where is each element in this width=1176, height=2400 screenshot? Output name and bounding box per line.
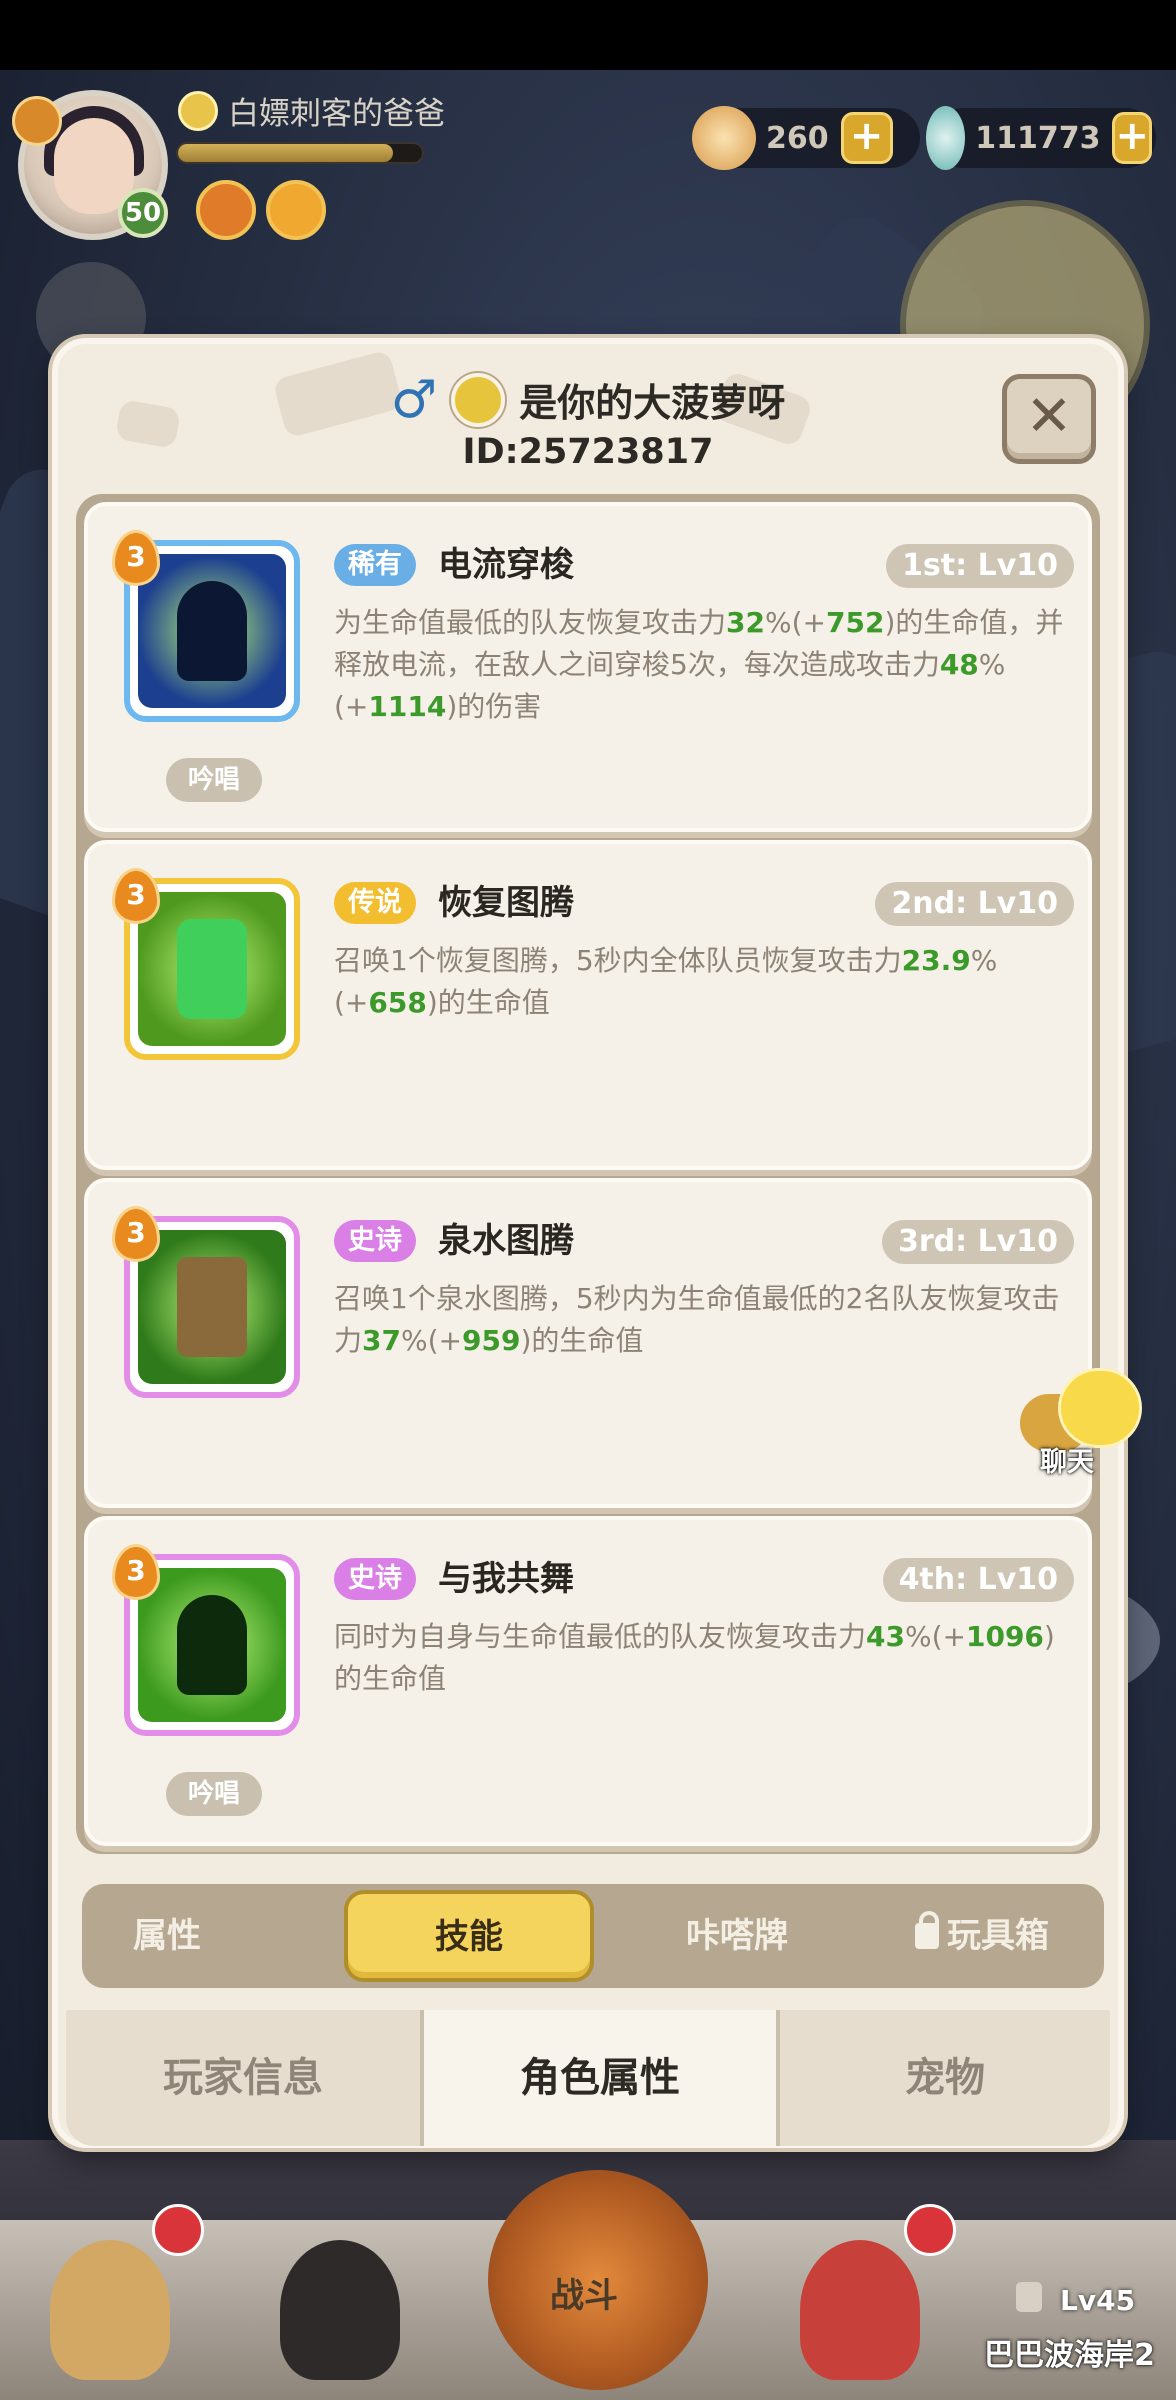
skill-description: 召唤1个泉水图腾，5秒内为生命值最低的2名队友恢复攻击力37%(+959)的生命… (334, 1282, 1060, 1357)
rank-icon (178, 90, 218, 131)
skill-card-1[interactable]: 3 吟唱 稀有 电流穿梭 1st: Lv10 为生命值最低的队友恢复攻击力32%… (84, 502, 1092, 832)
chant-tag: 吟唱 (166, 758, 262, 802)
sub-tab-bar: 属性 技能 咔嗒牌 玩具箱 (82, 1884, 1104, 1988)
paw-icon[interactable] (266, 180, 326, 240)
shell-star-icon (692, 106, 756, 170)
skill-description: 同时为自身与生命值最低的队友恢复攻击力43%(+1096)的生命值 (334, 1620, 1055, 1695)
rank-icon (451, 372, 506, 427)
player-profile-modal: ♂ 是你的大菠萝呀 ID:25723817 ✕ 3 吟唱 稀有 电流穿梭 1st… (52, 338, 1124, 2148)
modal-header: ♂ 是你的大菠萝呀 ID:25723817 ✕ (58, 344, 1118, 494)
pearl-icon (926, 106, 966, 170)
rarity-badge: 史诗 (334, 1558, 416, 1600)
skill-name: 与我共舞 (438, 1559, 574, 1599)
medal-icon[interactable] (196, 180, 256, 240)
close-button[interactable]: ✕ (1002, 374, 1096, 464)
player-title-line: ♂ 是你的大菠萝呀 (58, 372, 1118, 427)
skill-level-badge: 3 (112, 1206, 160, 1262)
tab-toybox[interactable]: 玩具箱 (862, 1884, 1102, 1988)
chant-tag: 吟唱 (166, 1772, 262, 1816)
battle-label: 战斗 (550, 2276, 618, 2316)
currency-pearl: 111773 + (926, 106, 1156, 170)
add-shell-button[interactable]: + (840, 112, 893, 164)
xp-bar (176, 142, 424, 164)
skill-description: 召唤1个恢复图腾，5秒内全体队员恢复攻击力23.9%(+658)的生命值 (334, 944, 998, 1019)
location-name[interactable]: 巴巴波海岸2 (984, 2330, 1155, 2374)
rarity-badge: 传说 (334, 882, 416, 924)
skill-card-2[interactable]: 3 传说 恢复图腾 2nd: Lv10 召唤1个恢复图腾，5秒内全体队员恢复攻击… (84, 840, 1092, 1170)
shell-count: 260 (766, 120, 829, 156)
lock-icon (1016, 2282, 1042, 2312)
player-id: ID:25723817 (462, 432, 714, 472)
player-name-row: 白嫖刺客的爸爸 (178, 88, 445, 133)
tab-cards[interactable]: 咔嗒牌 (612, 1884, 862, 1988)
location-level: Lv45 (1060, 2284, 1136, 2317)
player-level-badge: 50 (118, 188, 168, 238)
skill-card-3[interactable]: 3 史诗 泉水图腾 3rd: Lv10 召唤1个泉水图腾，5秒内为生命值最低的2… (84, 1178, 1092, 1508)
chat-button[interactable]: 聊天 (1020, 1368, 1150, 1478)
tab-skills[interactable]: 技能 (344, 1890, 594, 1982)
rarity-badge: 史诗 (334, 1220, 416, 1262)
skill-name: 恢复图腾 (438, 883, 574, 923)
skill-list: 3 吟唱 稀有 电流穿梭 1st: Lv10 为生命值最低的队友恢复攻击力32%… (76, 494, 1100, 1854)
skill-name: 电流穿梭 (438, 545, 574, 585)
tab-attributes[interactable]: 属性 (82, 1884, 252, 1988)
skill-slot-level: 3rd: Lv10 (881, 1220, 1074, 1264)
notification-bell-icon (904, 2204, 956, 2256)
status-bar (0, 0, 1176, 70)
skill-slot-level: 1st: Lv10 (886, 544, 1074, 588)
currency-shell: 260 + (692, 106, 920, 170)
smiley-icon (1058, 1368, 1142, 1448)
male-icon: ♂ (390, 369, 438, 430)
chat-label: 聊天 (1040, 1447, 1094, 1478)
tab-pets[interactable]: 宠物 (780, 2010, 1110, 2146)
skill-description: 为生命值最低的队友恢复攻击力32%(+752)的生命值，并释放电流，在敌人之间穿… (334, 606, 1064, 723)
xp-bar-fill (178, 144, 393, 162)
main-tab-bar: 玩家信息 角色属性 宠物 (66, 2010, 1110, 2146)
flag-icon[interactable] (12, 96, 62, 146)
skill-level-badge: 3 (112, 868, 160, 924)
skill-level-badge: 3 (112, 530, 160, 586)
add-pearl-button[interactable]: + (1112, 112, 1152, 164)
skill-slot-level: 4th: Lv10 (882, 1558, 1074, 1602)
player-name: 是你的大菠萝呀 (519, 381, 786, 425)
rarity-badge: 稀有 (334, 544, 416, 586)
lock-icon (915, 1911, 939, 1949)
hud-player-name: 白嫖刺客的爸爸 (228, 96, 445, 132)
skill-level-badge: 3 (112, 1544, 160, 1600)
tab-player-info[interactable]: 玩家信息 (66, 2010, 420, 2146)
skill-slot-level: 2nd: Lv10 (875, 882, 1074, 926)
nav-character-2[interactable] (250, 2220, 430, 2400)
notification-bell-icon (152, 2204, 204, 2256)
skill-name: 泉水图腾 (438, 1221, 574, 1261)
pearl-count: 111773 (975, 120, 1101, 156)
tab-character-attributes[interactable]: 角色属性 (424, 2010, 776, 2146)
skill-card-4[interactable]: 3 吟唱 史诗 与我共舞 4th: Lv10 同时为自身与生命值最低的队友恢复攻… (84, 1516, 1092, 1846)
